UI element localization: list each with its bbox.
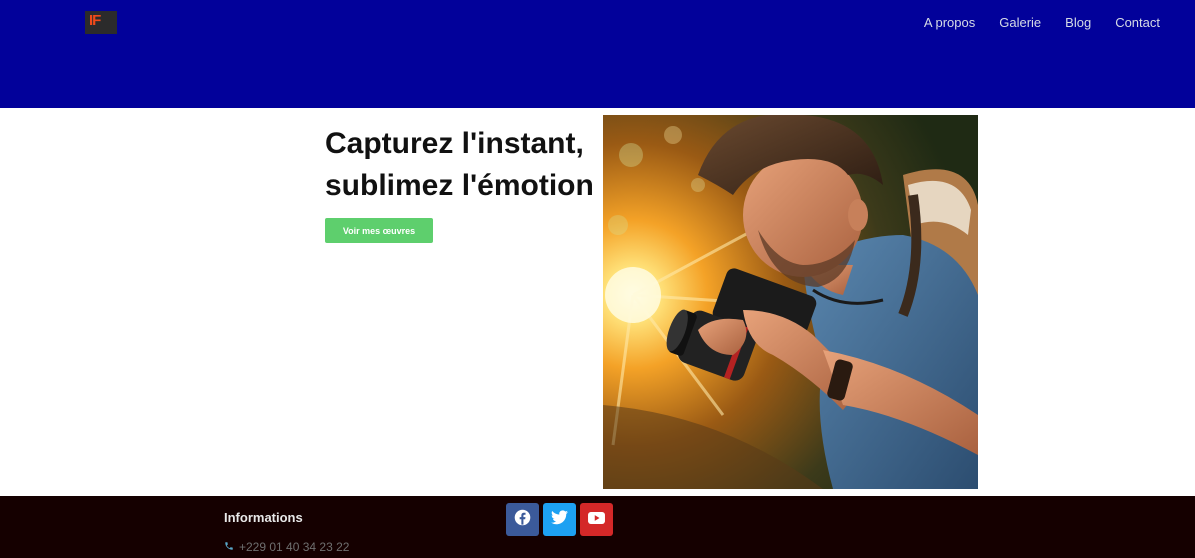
footer-phone: +229 01 40 34 23 22 <box>224 541 349 554</box>
facebook-icon <box>514 509 531 531</box>
phone-number: +229 01 40 34 23 22 <box>239 540 350 554</box>
footer-heading: Informations <box>224 510 303 525</box>
twitter-icon <box>551 509 568 530</box>
site-logo[interactable]: IF <box>85 11 117 34</box>
logo-mark: IF <box>89 12 101 29</box>
hero-photo <box>603 115 978 489</box>
phone-icon <box>224 541 234 554</box>
nav-link-contact[interactable]: Contact <box>1115 16 1160 30</box>
nav-link-blog[interactable]: Blog <box>1065 16 1091 30</box>
facebook-link[interactable] <box>506 503 539 536</box>
site-footer: Informations +229 01 40 34 23 22 <box>0 496 1195 558</box>
youtube-icon <box>588 511 605 529</box>
twitter-link[interactable] <box>543 503 576 536</box>
nav-link-about[interactable]: A propos <box>924 16 975 30</box>
site-header: IF A propos Galerie Blog Contact <box>0 0 1195 108</box>
hero-title: Capturez l'instant, sublimez l'émotion <box>325 127 594 202</box>
main-nav: A propos Galerie Blog Contact <box>924 16 1160 30</box>
nav-link-gallery[interactable]: Galerie <box>999 16 1041 30</box>
youtube-link[interactable] <box>580 503 613 536</box>
view-works-button[interactable]: Voir mes œuvres <box>325 218 433 243</box>
